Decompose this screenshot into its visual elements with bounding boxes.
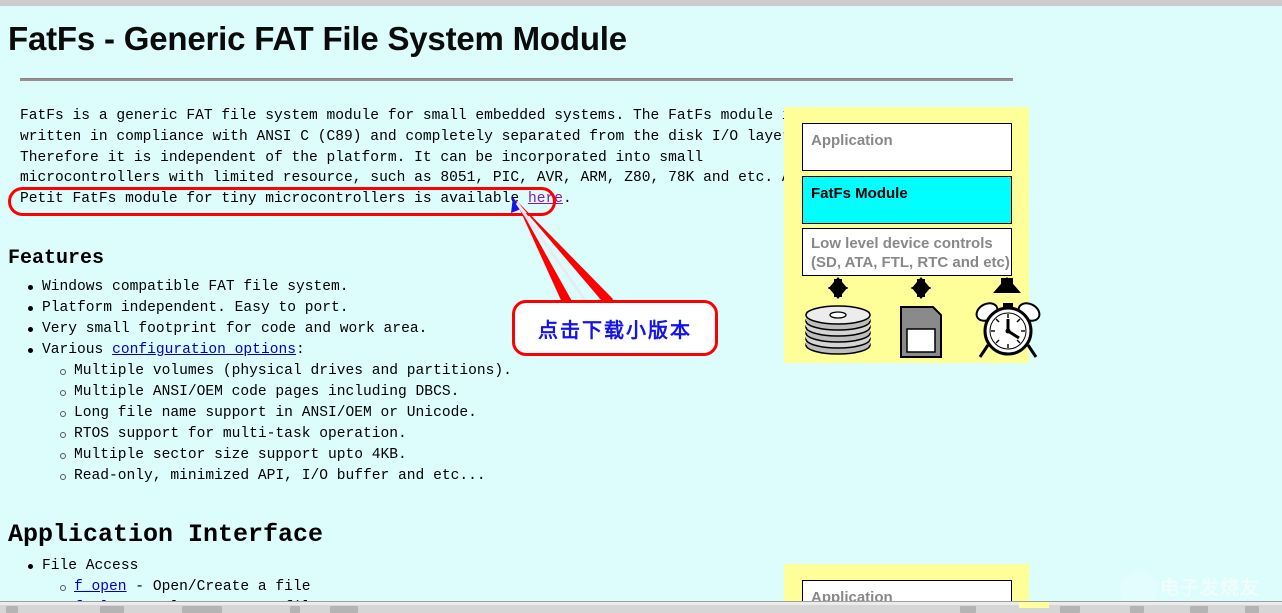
annotation-callout-text: 点击下载小版本	[515, 303, 715, 353]
various-prefix: Various	[42, 342, 112, 358]
file-access-label: File Access	[42, 558, 138, 574]
feature-item-0: Windows compatible FAT file system.	[42, 279, 349, 295]
list-item: Very small footprint for code and work a…	[42, 319, 512, 340]
intro-line-5-period: .	[563, 191, 572, 207]
page-title: FatFs - Generic FAT File System Module	[8, 20, 627, 58]
intro-line-3: Therefore it is independent of the platf…	[20, 150, 703, 166]
list-item: Long file name support in ANSI/OEM or Un…	[74, 403, 512, 424]
features-heading: Features	[8, 247, 104, 270]
intro-line-5: Petit FatFs module for tiny microcontrol…	[20, 191, 572, 207]
various-suffix: :	[296, 342, 305, 358]
feature-item-1: Platform independent. Easy to port.	[42, 300, 349, 316]
list-item: Platform independent. Easy to port.	[42, 298, 512, 319]
feature-item-3: Various configuration options:	[42, 342, 305, 358]
sd-card-icon	[891, 277, 951, 359]
title-divider	[20, 78, 1013, 81]
feature-item-2: Very small footprint for code and work a…	[42, 321, 427, 337]
f-open-desc: - Open/Create a file	[127, 579, 311, 595]
intro-line-2: written in compliance with ANSI C (C89) …	[20, 129, 799, 145]
petit-fatfs-text: Petit FatFs module for tiny microcontrol…	[20, 191, 528, 207]
architecture-diagram-top: Application FatFs Module Low level devic…	[784, 107, 1029, 363]
intro-paragraph: FatFs is a generic FAT file system modul…	[20, 106, 760, 210]
f-open-link[interactable]: f_open	[74, 579, 127, 595]
list-item: Multiple sector size support upto 4KB.	[74, 445, 512, 466]
configuration-options-link[interactable]: configuration options	[112, 342, 296, 358]
taskbar-active-window[interactable]	[1019, 602, 1049, 608]
list-item: f_open - Open/Create a file	[74, 577, 319, 598]
web-page-canvas: FatFs - Generic FAT File System Module F…	[0, 6, 1282, 612]
layer3-line-2: (SD, ATA, FTL, RTC and etc)	[811, 254, 1010, 271]
list-item: Multiple ANSI/OEM code pages including D…	[74, 382, 512, 403]
disk-stack-icon	[804, 277, 880, 359]
here-link[interactable]: here	[528, 191, 563, 207]
layer-application: Application	[802, 123, 1012, 171]
list-item: Multiple volumes (physical drives and pa…	[74, 361, 512, 382]
list-item: Windows compatible FAT file system.	[42, 277, 512, 298]
features-list: Windows compatible FAT file system. Plat…	[8, 277, 512, 487]
layer3-line-1: Low level device controls	[811, 235, 993, 252]
os-taskbar[interactable]	[0, 601, 1282, 613]
watermark-brand-text: 电子发烧友	[1160, 573, 1260, 600]
rtc-clock-icon	[974, 277, 1044, 359]
taskbar-top-edge	[0, 602, 1282, 605]
annotation-callout-box: 点击下载小版本	[512, 300, 718, 356]
intro-line-1: FatFs is a generic FAT file system modul…	[20, 108, 799, 124]
layer-low-level-device-controls: Low level device controls (SD, ATA, FTL,…	[802, 228, 1012, 276]
list-item: RTOS support for multi-task operation.	[74, 424, 512, 445]
features-sub-list: Multiple volumes (physical drives and pa…	[42, 361, 512, 487]
application-interface-heading: Application Interface	[8, 520, 323, 549]
layer-fatfs-module: FatFs Module	[802, 176, 1012, 224]
intro-line-4: microcontrollers with limited resource, …	[20, 170, 817, 186]
list-item: Various configuration options: Multiple …	[42, 340, 512, 487]
list-item: Read-only, minimized API, I/O buffer and…	[74, 466, 512, 487]
